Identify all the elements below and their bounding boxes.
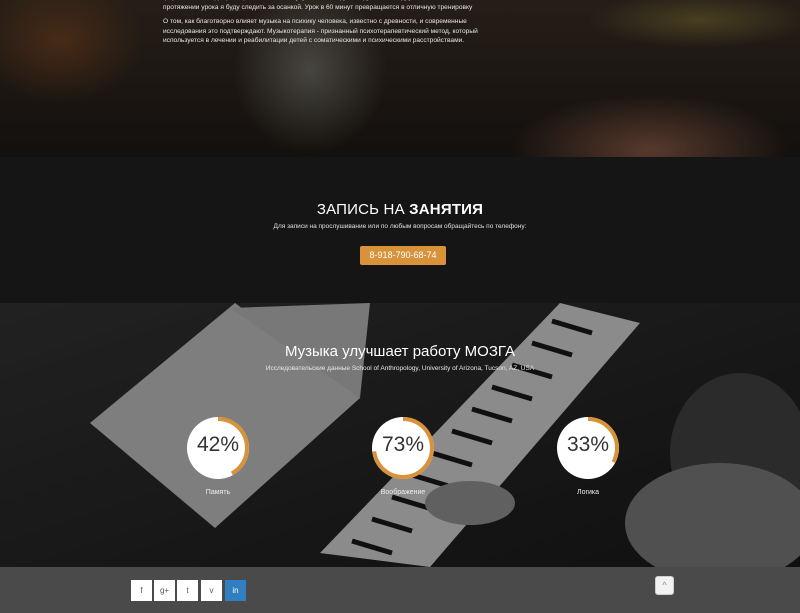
- twitter-icon[interactable]: t: [177, 580, 198, 601]
- facebook-icon[interactable]: f: [131, 580, 152, 601]
- google-plus-icon[interactable]: g+: [154, 580, 175, 601]
- stat-imagination: 73% Воображение: [371, 416, 435, 496]
- progress-circle: 33%: [556, 416, 620, 480]
- hero-section: фортепиано всегда фиксировано. Нельзя су…: [0, 0, 800, 157]
- stat-value: 33%: [566, 433, 610, 456]
- booking-title-bold: ЗАНЯТИЯ: [409, 201, 484, 218]
- stat-label: Память: [205, 489, 231, 496]
- phone-button[interactable]: 8-918-790-68-74: [360, 246, 446, 265]
- progress-circle: 42%: [186, 416, 250, 480]
- progress-circle: 73%: [371, 416, 435, 480]
- stat-memory: 42% Память: [186, 416, 250, 496]
- stat-value: 42%: [196, 433, 240, 456]
- booking-title: ЗАПИСЬ НА ЗАНЯТИЯ: [0, 201, 800, 218]
- scroll-to-top-button[interactable]: ^: [655, 576, 674, 595]
- stat-logic: 33% Логика: [556, 416, 620, 496]
- hero-text: фортепиано всегда фиксировано. Нельзя су…: [163, 0, 503, 51]
- hero-paragraph: фортепиано всегда фиксировано. Нельзя су…: [163, 0, 473, 11]
- vimeo-icon[interactable]: v: [201, 580, 222, 601]
- stat-value: 73%: [381, 433, 425, 456]
- booking-subtitle: Для записи на прослушивание или по любым…: [273, 223, 527, 230]
- brain-title: Музыка улучшает работу МОЗГА: [284, 343, 516, 360]
- hero-paragraph: О том, как благотворно влияет музыка на …: [163, 18, 478, 45]
- brain-stats-section: Музыка улучшает работу МОЗГА Исследовате…: [0, 303, 800, 567]
- stat-label: Воображение: [380, 489, 426, 496]
- booking-section: ЗАПИСЬ НА ЗАНЯТИЯ Для записи на прослуши…: [0, 157, 800, 303]
- linkedin-icon[interactable]: in: [225, 580, 246, 601]
- footer: f g+ t v in ^: [0, 567, 800, 613]
- booking-title-light: ЗАПИСЬ НА: [316, 201, 410, 218]
- stat-label: Логика: [576, 489, 600, 496]
- brain-subtitle: Исследовательские данные School of Anthr…: [265, 365, 535, 372]
